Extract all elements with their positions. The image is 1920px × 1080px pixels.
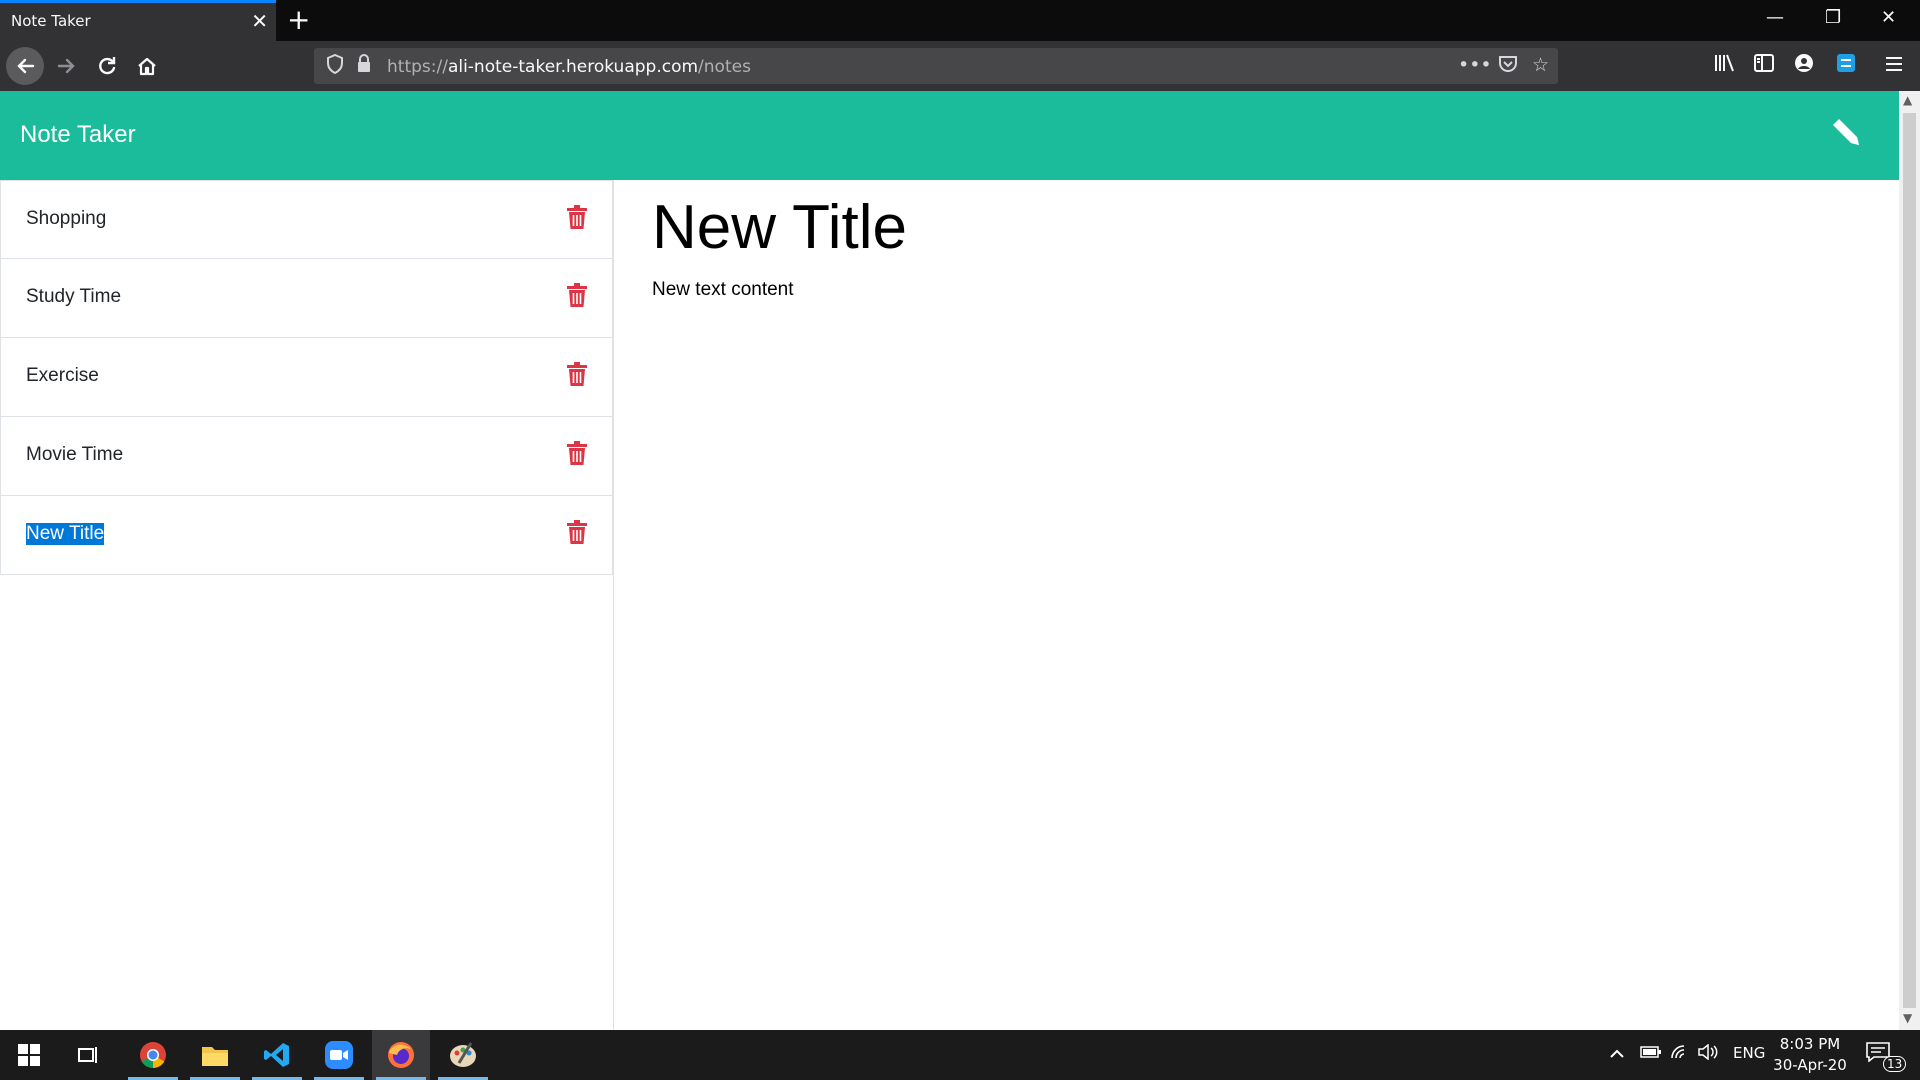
star-icon[interactable]: ☆ xyxy=(1532,54,1549,76)
lock-icon[interactable] xyxy=(356,54,372,79)
file-explorer-icon[interactable] xyxy=(186,1030,244,1080)
notification-count-badge: 13 xyxy=(1883,1056,1907,1072)
pocket-icon[interactable] xyxy=(1498,54,1518,79)
note-label: New Title xyxy=(26,523,105,545)
url-text[interactable]: https://ali-note-taker.herokuapp.com/not… xyxy=(387,57,751,77)
new-tab-button[interactable]: + xyxy=(287,4,310,36)
back-icon[interactable] xyxy=(6,47,44,85)
firefox-icon[interactable] xyxy=(372,1030,430,1080)
note-list-item[interactable]: New Title xyxy=(0,496,613,575)
scroll-up-icon[interactable]: ▲ xyxy=(1903,93,1912,107)
note-editor: New Title New text content xyxy=(652,180,1852,301)
scroll-thumb[interactable] xyxy=(1903,113,1916,1008)
trash-icon[interactable] xyxy=(567,362,587,386)
hamburger-menu-icon[interactable] xyxy=(1885,53,1903,77)
browser-nav-bar: https://ali-note-taker.herokuapp.com/not… xyxy=(0,41,1920,91)
show-hidden-icons-chevron-icon[interactable] xyxy=(1609,1044,1625,1063)
reload-icon[interactable] xyxy=(88,47,126,85)
app-title[interactable]: Note Taker xyxy=(20,121,136,149)
notes-sidebar: Shopping Study Time Exercise Movie Time New … xyxy=(0,180,614,1030)
trash-icon[interactable] xyxy=(567,283,587,307)
note-label: Study Time xyxy=(26,286,122,307)
note-body-textarea[interactable]: New text content xyxy=(652,279,1852,301)
library-icon[interactable] xyxy=(1714,53,1736,78)
vscode-icon[interactable] xyxy=(248,1030,306,1080)
clock-time: 8:03 PM xyxy=(1779,1035,1841,1053)
note-label: Shopping xyxy=(26,208,107,229)
zoom-icon[interactable] xyxy=(310,1030,368,1080)
tab-close-icon[interactable]: ✕ xyxy=(251,9,268,33)
note-list-item[interactable]: Exercise xyxy=(0,338,613,417)
note-list-item[interactable]: Shopping xyxy=(0,180,613,259)
clock-date: 30-Apr-20 xyxy=(1773,1056,1847,1074)
account-icon[interactable] xyxy=(1794,53,1814,78)
chrome-icon[interactable] xyxy=(124,1030,182,1080)
system-clock[interactable]: 8:03 PM 30-Apr-20 xyxy=(1770,1034,1850,1076)
restore-icon[interactable]: ❐ xyxy=(1825,6,1841,30)
note-list-item[interactable]: Study Time xyxy=(0,259,613,338)
extension-icon[interactable] xyxy=(1836,53,1856,78)
new-note-pencil-icon[interactable] xyxy=(1829,115,1863,158)
paint-icon[interactable] xyxy=(434,1030,492,1080)
trash-icon[interactable] xyxy=(567,520,587,544)
sidebar-icon[interactable] xyxy=(1754,53,1774,77)
note-label: Movie Time xyxy=(26,444,124,465)
language-indicator[interactable]: ENG xyxy=(1733,1044,1765,1062)
page-scrollbar[interactable]: ▲ ▼ xyxy=(1899,91,1920,1030)
battery-icon[interactable] xyxy=(1640,1044,1662,1063)
tracking-shield-icon[interactable] xyxy=(326,53,344,79)
url-bar[interactable]: https://ali-note-taker.herokuapp.com/not… xyxy=(314,48,1558,84)
scroll-down-icon[interactable]: ▼ xyxy=(1903,1011,1912,1025)
browser-tab[interactable]: Note Taker ✕ xyxy=(0,0,276,41)
volume-icon[interactable] xyxy=(1698,1043,1718,1064)
note-list-item[interactable]: Movie Time xyxy=(0,417,613,496)
more-actions-icon[interactable]: ••• xyxy=(1458,54,1492,76)
window-close-icon[interactable]: ✕ xyxy=(1881,6,1896,30)
wifi-icon[interactable] xyxy=(1670,1044,1690,1064)
minimize-icon[interactable]: — xyxy=(1766,6,1784,30)
forward-icon[interactable] xyxy=(48,47,86,85)
windows-start-icon[interactable] xyxy=(0,1030,58,1080)
tab-title: Note Taker xyxy=(11,12,91,30)
note-label: Exercise xyxy=(26,365,99,386)
browser-tab-bar: Note Taker ✕ + — ❐ ✕ xyxy=(0,0,1920,41)
web-page: Note Taker Shopping Study Time Exercise Mov… xyxy=(0,91,1899,1030)
home-icon[interactable] xyxy=(128,47,166,85)
windows-taskbar: ENG 8:03 PM 30-Apr-20 13 xyxy=(0,1030,1920,1080)
task-view-icon[interactable] xyxy=(60,1030,118,1080)
trash-icon[interactable] xyxy=(567,441,587,465)
note-title-input[interactable]: New Title xyxy=(652,192,1852,263)
trash-icon[interactable] xyxy=(567,205,587,229)
app-header: Note Taker xyxy=(0,91,1899,180)
